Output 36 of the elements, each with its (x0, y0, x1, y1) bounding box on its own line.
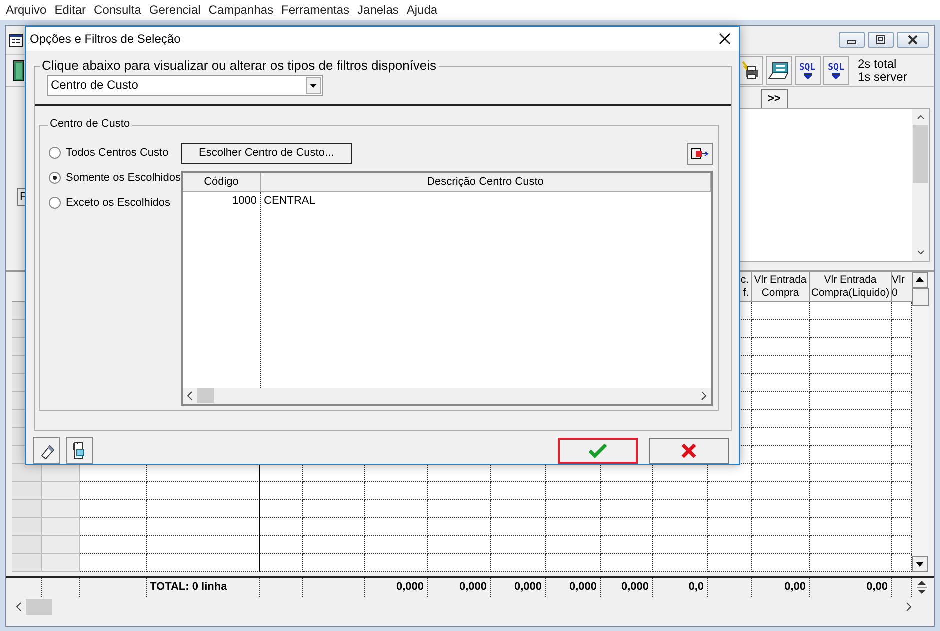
menu-item[interactable]: Editar (50, 0, 90, 20)
total-value: 0,000 (491, 578, 546, 597)
total-value: 0,000 (546, 578, 601, 597)
column-header[interactable]: Descrição Centro Custo (261, 172, 711, 192)
column-header[interactable]: Vlr Entrada Compra(Liquido) (810, 272, 892, 302)
total-value: 0,00 (810, 578, 892, 597)
radio-option[interactable]: Todos Centros Custo (49, 144, 181, 161)
total-value: 0,00 (752, 578, 810, 597)
menu-item[interactable]: Campanhas (204, 0, 278, 20)
timing-text: 1s server (858, 70, 908, 84)
column-header[interactable]: Código (183, 172, 261, 192)
sql-button[interactable]: SQL (794, 56, 820, 85)
choose-button[interactable]: Escolher Centro de Custo... (181, 143, 352, 164)
total-value: 0,000 (601, 578, 653, 597)
filter-prompt: Clique abaixo para visualizar ou alterar os tipos de filtros disponíveis (40, 58, 439, 73)
dialog-title: Opções e Filtros de Seleção (30, 30, 181, 48)
total-value: 0,000 (428, 578, 491, 597)
menu-item[interactable]: Arquivo (2, 0, 51, 20)
menu-item[interactable]: Janelas (354, 0, 403, 20)
timing-text: 2s total (858, 58, 898, 70)
radio-option[interactable]: Exceto os Escolhidos (49, 194, 181, 211)
menu-item[interactable]: Ajuda (402, 0, 442, 20)
filter-type-select[interactable]: Centro de Custo (47, 74, 323, 96)
next-button[interactable]: >> (761, 89, 788, 109)
column-header[interactable]: Vlr 0 (892, 272, 912, 302)
table-cell-text: 1000 (232, 194, 258, 209)
total-value: 0,0 (653, 578, 708, 597)
total-label: TOTAL: 0 linha (147, 578, 260, 597)
menu-item[interactable]: Consulta (90, 0, 146, 20)
menu-item[interactable]: Ferramentas (278, 0, 354, 20)
menu-item[interactable]: Gerencial (145, 0, 205, 20)
sql-button[interactable]: SQL (823, 56, 850, 85)
radio-option[interactable]: Somente os Escolhidos (49, 170, 181, 186)
table-cell-text: CENTRAL (263, 194, 316, 209)
column-header[interactable]: Vlr Entrada Compra (752, 272, 810, 302)
total-value: 0,000 (365, 578, 428, 597)
